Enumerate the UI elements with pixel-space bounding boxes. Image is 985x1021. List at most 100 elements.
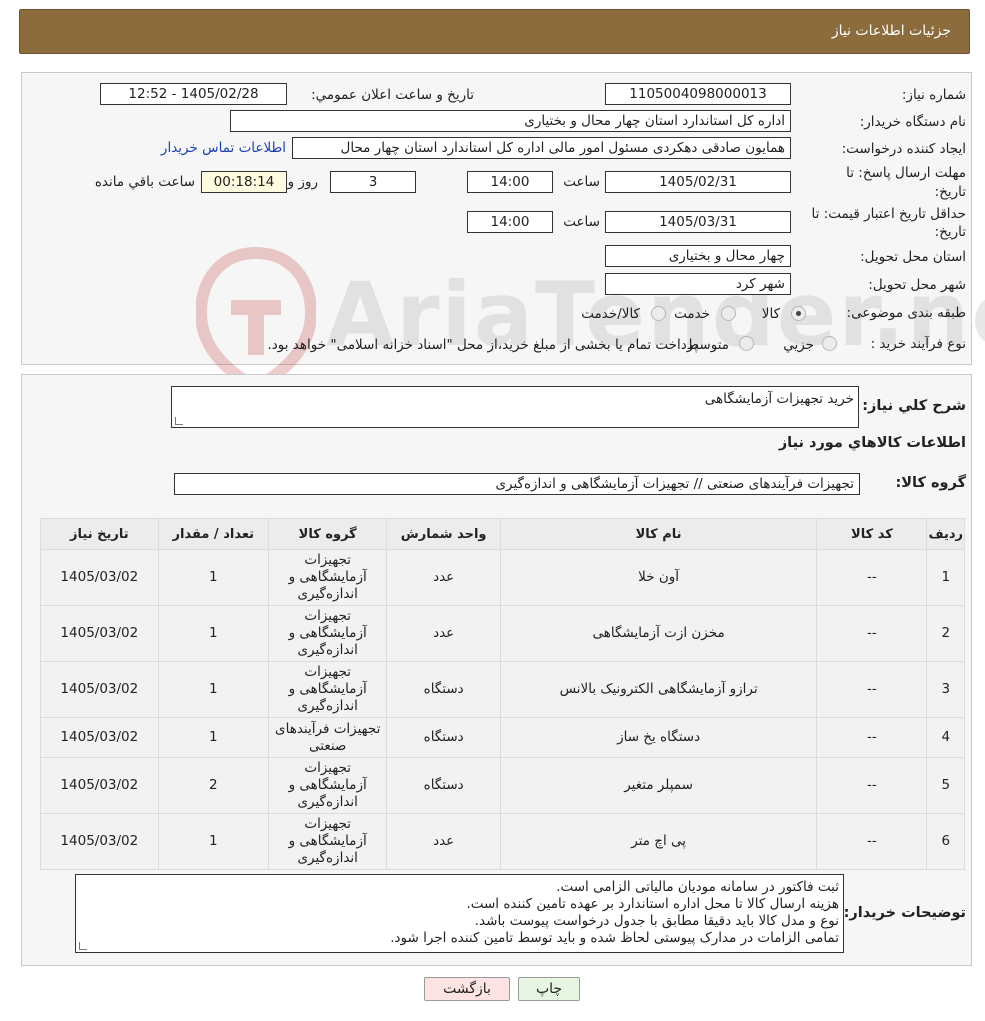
category-radio-service[interactable]	[721, 306, 736, 321]
table-row: 4 -- دستگاه یخ ساز دستگاه تجهیزات فرآیند…	[40, 717, 965, 758]
buyer-label: نام دستگاه خريدار:	[859, 114, 966, 130]
cell-group: تجهیزات آزمایشگاهی و اندازه‌گیری	[267, 813, 388, 870]
cell-group: تجهیزات فرآیندهای صنعتی	[267, 717, 388, 758]
cell-qty: 1	[157, 813, 269, 870]
summary-text: خرید تجهیزات آزمایشگاهی	[704, 391, 854, 407]
print-button[interactable]: چاپ	[518, 977, 580, 1001]
city-label: شهر محل تحويل:	[868, 277, 966, 293]
cell-name: ترازو آزمایشگاهی الکترونیک بالانس	[499, 661, 818, 718]
cell-qty: 1	[157, 549, 269, 606]
cell-code: --	[816, 605, 928, 662]
category-option-goods: کالا	[761, 306, 780, 322]
process-radio-minor[interactable]	[822, 336, 837, 351]
col-header-unit: واحد شمارش	[386, 518, 501, 550]
col-header-group: گروه كالا	[267, 518, 388, 550]
col-header-code: كد كالا	[816, 518, 928, 550]
table-row: 2 -- مخزن ازت آزمایشگاهی عدد تجهیزات آزم…	[40, 605, 965, 662]
notes-line: تمامی الزامات در مدارک پیوستی لحاظ شده و…	[390, 930, 839, 946]
notes-textarea: ثبت فاکتور در سامانه مودیان مالیاتی الزا…	[75, 874, 844, 953]
cell-unit: عدد	[386, 549, 501, 606]
notes-line: هزینه ارسال کالا تا محل اداره استاندارد …	[466, 896, 839, 912]
cell-unit: دستگاه	[386, 757, 501, 814]
cell-unit: عدد	[386, 813, 501, 870]
goods-group-field: تجهیزات فرآیندهای صنعتی // تجهیزات آزمای…	[174, 473, 860, 495]
back-button[interactable]: بازگشت	[424, 977, 510, 1001]
items-table: رديف كد كالا نام كالا واحد شمارش گروه كا…	[40, 518, 965, 870]
deadline-label: مهلت ارسال پاسخ: تا	[846, 165, 966, 181]
province-label: استان محل تحويل:	[860, 249, 966, 265]
validity-date-field: 1405/03/31	[605, 211, 791, 233]
cell-qty: 2	[157, 757, 269, 814]
buyer-contact-link[interactable]: اطلاعات تماس خريدار	[161, 140, 286, 156]
cell-qty: 1	[157, 605, 269, 662]
validity-label-date: تاريخ:	[934, 224, 966, 240]
cell-name: پی اچ متر	[499, 813, 818, 870]
cell-date: 1405/03/02	[40, 757, 159, 814]
deadline-date-field: 1405/02/31	[605, 171, 791, 193]
cell-row: 2	[926, 605, 965, 662]
cell-name: مخزن ازت آزمایشگاهی	[499, 605, 818, 662]
summary-label: شرح كلي نياز:	[862, 398, 966, 414]
cell-row: 3	[926, 661, 965, 718]
cell-date: 1405/03/02	[40, 605, 159, 662]
cell-group: تجهیزات آزمایشگاهی و اندازه‌گیری	[267, 661, 388, 718]
remaining-time-field: 00:18:14	[201, 171, 287, 193]
goods-group-label: گروه كالا:	[895, 475, 966, 491]
cell-code: --	[816, 661, 928, 718]
days-label: روز و	[287, 174, 318, 190]
announce-label: تاریخ و ساعت اعلان عمومي:	[311, 87, 474, 103]
validity-label: حداقل تاريخ اعتبار قيمت: تا	[811, 206, 966, 222]
cell-row: 1	[926, 549, 965, 606]
cell-code: --	[816, 549, 928, 606]
cell-date: 1405/03/02	[40, 661, 159, 718]
table-row: 3 -- ترازو آزمایشگاهی الکترونیک بالانس د…	[40, 661, 965, 718]
validity-time-field: 14:00	[467, 211, 553, 233]
table-row: 5 -- سمپلر متغیر دستگاه تجهیزات آزمایشگا…	[40, 757, 965, 814]
resize-grip-icon[interactable]	[175, 417, 183, 425]
table-header-row: رديف كد كالا نام كالا واحد شمارش گروه كا…	[40, 518, 965, 550]
cell-date: 1405/03/02	[40, 813, 159, 870]
cell-unit: دستگاه	[386, 717, 501, 758]
page-header: جزئیات اطلاعات نیاز	[19, 9, 970, 54]
cell-code: --	[816, 813, 928, 870]
process-radio-medium[interactable]	[739, 336, 754, 351]
page-title: جزئیات اطلاعات نیاز	[831, 23, 951, 39]
col-header-row: رديف	[926, 518, 965, 550]
cell-row: 5	[926, 757, 965, 814]
buyer-field: اداره کل استاندارد استان چهار محال و بخت…	[230, 110, 791, 132]
deadline-time-label: ساعت	[563, 174, 600, 190]
cell-group: تجهیزات آزمایشگاهی و اندازه‌گیری	[267, 757, 388, 814]
cell-name: آون خلا	[499, 549, 818, 606]
category-radio-goods-service[interactable]	[651, 306, 666, 321]
creator-label: ايجاد کننده درخواست:	[841, 141, 966, 157]
deadline-label-date: تاريخ:	[934, 184, 966, 200]
creator-field: همایون صادقی دهکردی مسئول امور مالی ادار…	[292, 137, 791, 159]
cell-date: 1405/03/02	[40, 549, 159, 606]
deadline-time-field: 14:00	[467, 171, 553, 193]
col-header-date: تاريخ نياز	[40, 518, 159, 550]
process-note: پرداخت تمام یا بخشی از مبلغ خرید،از محل …	[267, 337, 698, 353]
category-option-service: خدمت	[674, 306, 710, 322]
cell-row: 6	[926, 813, 965, 870]
remaining-label: ساعت باقي مانده	[94, 174, 195, 190]
city-field: شهر کرد	[605, 273, 791, 295]
cell-group: تجهیزات آزمایشگاهی و اندازه‌گیری	[267, 549, 388, 606]
cell-code: --	[816, 717, 928, 758]
days-field: 3	[330, 171, 416, 193]
goods-section-title: اطلاعات كالاهاي مورد نياز	[778, 435, 966, 451]
process-option-minor: جزيي	[783, 337, 814, 353]
cell-name: دستگاه یخ ساز	[499, 717, 818, 758]
province-field: چهار محال و بختیاری	[605, 245, 791, 267]
table-row: 1 -- آون خلا عدد تجهیزات آزمایشگاهی و ان…	[40, 549, 965, 606]
notes-line: نوع و مدل کالا باید دقیقا مطابق با جدول …	[474, 913, 839, 929]
summary-textarea: خرید تجهیزات آزمایشگاهی	[171, 386, 859, 428]
notes-line: ثبت فاکتور در سامانه مودیان مالیاتی الزا…	[556, 879, 839, 895]
col-header-qty: تعداد / مقدار	[157, 518, 269, 550]
cell-unit: عدد	[386, 605, 501, 662]
notes-label: توضيحات خريدار:	[843, 905, 966, 921]
cell-unit: دستگاه	[386, 661, 501, 718]
table-row: 6 -- پی اچ متر عدد تجهیزات آزمایشگاهی و …	[40, 813, 965, 870]
resize-grip-icon[interactable]	[79, 942, 87, 950]
category-radio-goods[interactable]	[791, 306, 806, 321]
cell-qty: 1	[157, 661, 269, 718]
